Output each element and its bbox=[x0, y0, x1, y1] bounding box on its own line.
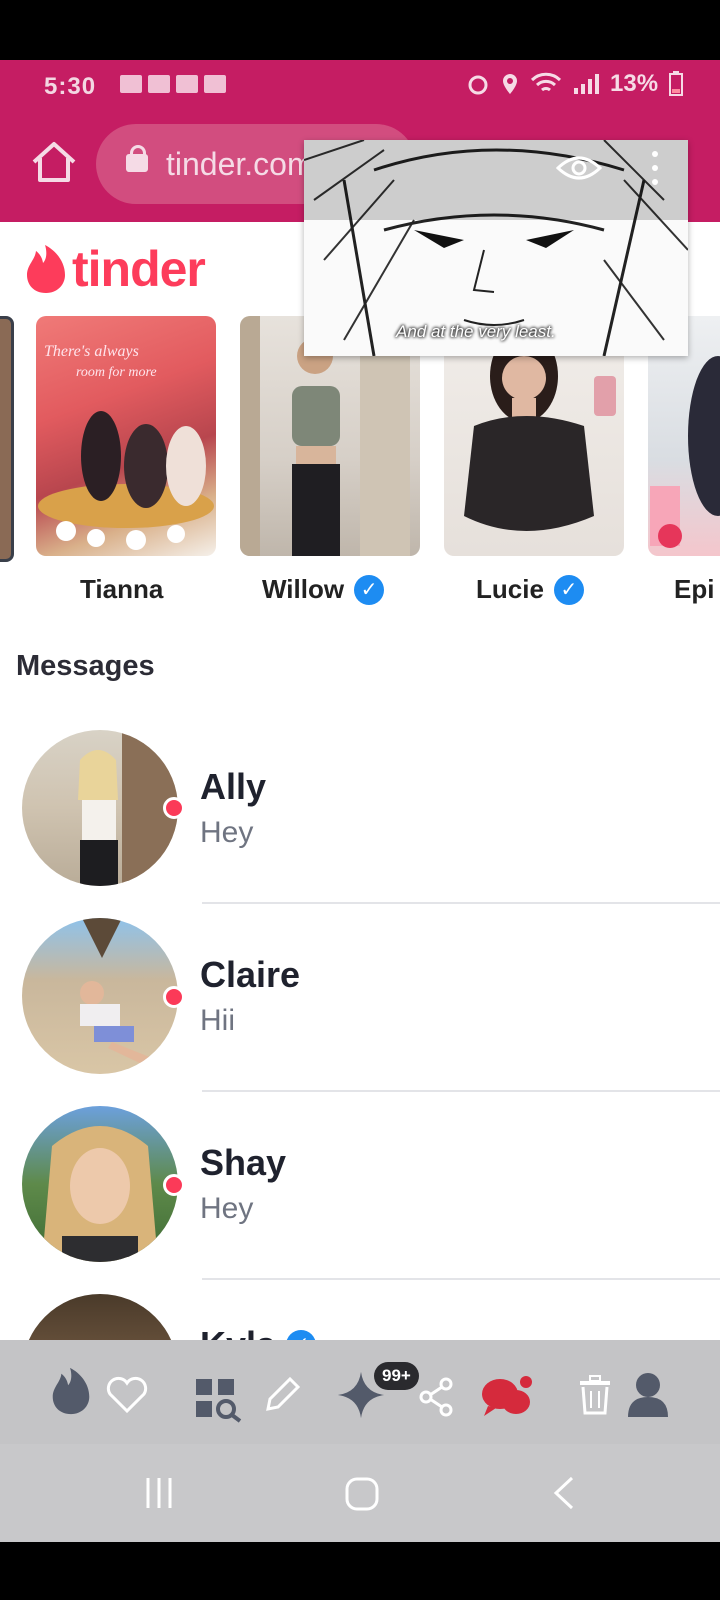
message-preview-claire: Hii bbox=[200, 1004, 235, 1037]
trash-icon[interactable] bbox=[578, 1370, 612, 1420]
recent-apps-icon[interactable] bbox=[144, 1476, 174, 1510]
lock-icon bbox=[126, 145, 148, 172]
url-text[interactable]: tinder.com bbox=[166, 146, 314, 183]
pip-subtitle: And at the very least. bbox=[396, 322, 556, 341]
more-options-icon[interactable] bbox=[650, 148, 660, 188]
eye-icon[interactable] bbox=[556, 152, 602, 184]
share-icon[interactable] bbox=[418, 1372, 454, 1422]
status-right: 13% bbox=[466, 70, 684, 98]
location-icon bbox=[503, 74, 517, 94]
message-name-ally: Ally bbox=[200, 766, 267, 807]
svg-text:There's always: There's always bbox=[44, 343, 139, 360]
unread-dot bbox=[163, 986, 185, 1008]
divider bbox=[202, 1278, 720, 1280]
avatar-kyla bbox=[22, 1294, 178, 1340]
avatar-claire bbox=[22, 918, 178, 1074]
messages-section-title: Messages bbox=[16, 650, 155, 682]
heart-icon[interactable] bbox=[106, 1370, 148, 1420]
back-icon[interactable] bbox=[552, 1476, 576, 1510]
notification-badge: 99+ bbox=[374, 1362, 419, 1390]
tinder-logo[interactable]: tinder bbox=[24, 240, 206, 298]
top-black-bar bbox=[0, 0, 720, 60]
avatar-ally bbox=[22, 730, 178, 886]
notification-icons bbox=[120, 72, 226, 96]
status-time: 5:30 bbox=[44, 73, 97, 100]
message-preview-ally: Hey bbox=[200, 816, 254, 849]
home-icon[interactable] bbox=[30, 140, 78, 184]
avatar-shay bbox=[22, 1106, 178, 1262]
message-row-kyla[interactable]: Kyla ✓ bbox=[0, 1290, 720, 1340]
youtube-notification-icon bbox=[148, 75, 170, 93]
match-name-lucie: Lucie ✓ bbox=[476, 574, 584, 605]
flame-logo-icon bbox=[27, 245, 65, 293]
logo-text: tinder bbox=[72, 241, 206, 297]
verified-badge-icon: ✓ bbox=[354, 574, 385, 605]
wifi-icon bbox=[530, 72, 562, 92]
message-name-shay: Shay bbox=[200, 1142, 287, 1183]
flame-icon[interactable] bbox=[48, 1366, 94, 1416]
pip-controls-shade bbox=[304, 140, 688, 220]
match-name-willow: Willow ✓ bbox=[262, 574, 385, 605]
edit-icon[interactable] bbox=[262, 1370, 302, 1420]
match-name-tianna: Tianna bbox=[80, 574, 164, 604]
match-name-epi: Epi bbox=[674, 574, 715, 604]
match-card-tianna[interactable]: There's always room for more bbox=[36, 316, 216, 556]
gallery-notification-icon bbox=[176, 75, 198, 93]
verified-badge-icon: ✓ bbox=[553, 574, 584, 605]
message-preview-shay: Hey bbox=[200, 1192, 254, 1225]
unread-dot bbox=[163, 1174, 185, 1196]
message-name-kyla: Kyla bbox=[200, 1324, 276, 1340]
image-notification-icon bbox=[120, 75, 142, 93]
match-card-partial[interactable] bbox=[0, 316, 14, 562]
signal-icon bbox=[574, 74, 599, 94]
message-name-kyla-row: Kyla ✓ bbox=[200, 1324, 317, 1340]
profile-icon[interactable] bbox=[626, 1370, 670, 1420]
message-name-claire: Claire bbox=[200, 954, 301, 995]
bottom-black-bar bbox=[0, 1542, 720, 1600]
alarm-icon bbox=[468, 75, 488, 95]
home-button-icon[interactable] bbox=[344, 1476, 380, 1512]
match-photo-tianna: There's always room for more bbox=[38, 343, 214, 550]
app-notification-icon bbox=[204, 75, 226, 93]
divider bbox=[202, 902, 720, 904]
battery-percent: 13% bbox=[610, 70, 659, 97]
verified-badge-icon: ✓ bbox=[286, 1330, 317, 1340]
svg-text:room for more: room for more bbox=[76, 365, 157, 380]
unread-dot bbox=[163, 797, 185, 819]
pip-video-player[interactable]: And at the very least. bbox=[304, 140, 688, 356]
chat-icon[interactable] bbox=[480, 1372, 534, 1422]
battery-icon bbox=[669, 71, 684, 96]
explore-icon[interactable] bbox=[194, 1374, 242, 1424]
divider bbox=[202, 1090, 720, 1092]
